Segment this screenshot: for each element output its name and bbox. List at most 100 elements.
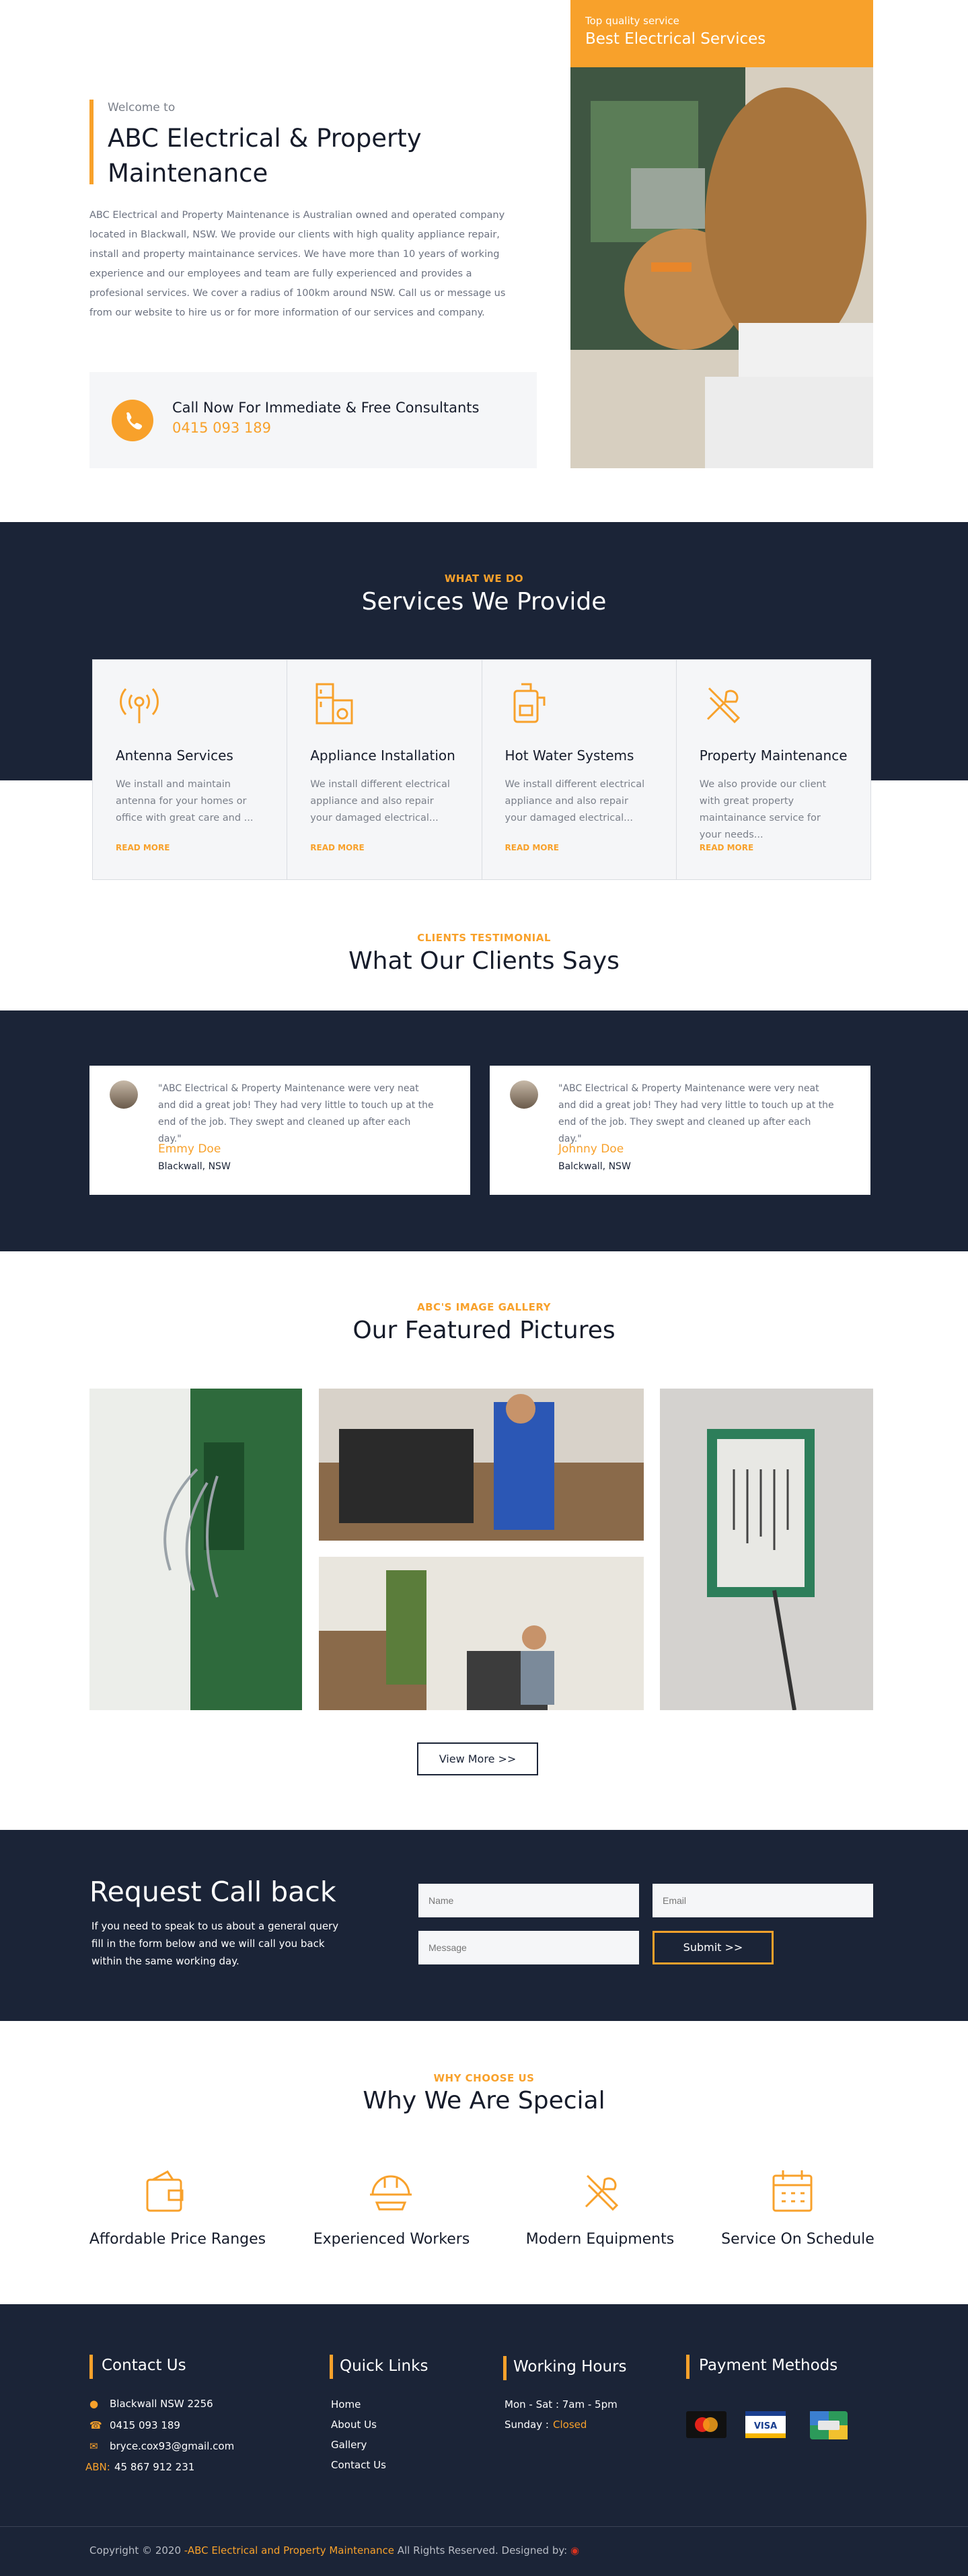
avatar bbox=[110, 1080, 138, 1109]
testimonials-label: CLIENTS TESTIMONIAL bbox=[417, 932, 551, 944]
service-title: Appliance Installation bbox=[310, 747, 455, 764]
contact-phone[interactable]: 0415 093 189 bbox=[110, 2419, 180, 2431]
contact-heading: Contact Us bbox=[102, 2357, 186, 2374]
copyright-pre: Copyright © 2020 bbox=[89, 2544, 182, 2556]
service-desc: We also provide our client with great pr… bbox=[699, 779, 827, 840]
call-heading: Call Now For Immediate & Free Consultant… bbox=[172, 400, 480, 416]
helmet-icon bbox=[367, 2168, 414, 2217]
testimonial-card: "ABC Electrical & Property Maintenance w… bbox=[490, 1066, 870, 1195]
service-card[interactable]: Hot Water Systems We install different e… bbox=[482, 660, 677, 879]
svg-text:VISA: VISA bbox=[754, 2421, 777, 2431]
testimonial-location: Balckwall, NSW bbox=[558, 1161, 631, 1172]
visa-icon: VISA bbox=[745, 2411, 786, 2441]
footer-link-home[interactable]: Home bbox=[331, 2398, 361, 2411]
gallery-image[interactable] bbox=[660, 1389, 873, 1711]
message-input[interactable] bbox=[418, 1931, 639, 1964]
service-title: Hot Water Systems bbox=[505, 747, 634, 764]
footer-accent bbox=[503, 2356, 507, 2380]
service-cards: Antenna Services We install and maintain… bbox=[92, 659, 871, 880]
contact-address: Blackwall NSW 2256 bbox=[110, 2398, 213, 2410]
footer-accent bbox=[89, 2355, 93, 2379]
testimonials-title: What Our Clients Says bbox=[348, 947, 620, 975]
footer-link-about[interactable]: About Us bbox=[331, 2419, 377, 2431]
wallet-icon bbox=[143, 2168, 186, 2217]
service-desc: We install different electrical applianc… bbox=[310, 779, 450, 823]
location-icon: ● bbox=[89, 2398, 99, 2410]
hours-heading: Working Hours bbox=[513, 2358, 627, 2376]
submit-button[interactable]: Submit >> bbox=[653, 1931, 774, 1964]
footer-divider bbox=[0, 2526, 968, 2527]
read-more-link[interactable]: READ MORE bbox=[505, 843, 559, 852]
phone-icon bbox=[112, 400, 153, 441]
copyright-brand[interactable]: -ABC Electrical and Property Maintenance bbox=[184, 2544, 394, 2556]
gallery-image[interactable] bbox=[319, 1557, 644, 1710]
service-desc: We install different electrical applianc… bbox=[505, 779, 645, 823]
tools-icon bbox=[578, 2168, 625, 2217]
abn-label: ABN: bbox=[85, 2461, 110, 2473]
abn-value: 45 867 912 231 bbox=[114, 2461, 195, 2473]
hero-tag-large: Best Electrical Services bbox=[585, 30, 766, 48]
water-heater-icon bbox=[505, 680, 552, 727]
calendar-icon bbox=[771, 2168, 814, 2217]
avatar bbox=[510, 1080, 538, 1109]
callback-text: If you need to speak to us about a gener… bbox=[91, 1920, 339, 1967]
hero-tag-small: Top quality service bbox=[585, 15, 679, 27]
appliance-icon bbox=[310, 680, 357, 727]
hero-image bbox=[570, 0, 873, 468]
card-icon bbox=[810, 2411, 848, 2442]
service-title: Antenna Services bbox=[116, 747, 233, 764]
footer-accent bbox=[330, 2355, 333, 2379]
why-item-title: Affordable Price Ranges bbox=[89, 2231, 266, 2248]
welcome-text: Welcome to bbox=[108, 101, 176, 114]
page-title: ABC Electrical & Property Maintenance bbox=[108, 124, 422, 188]
contact-email[interactable]: bryce.cox93@gmail.com bbox=[110, 2440, 234, 2452]
footer-link-contact[interactable]: Contact Us bbox=[331, 2459, 386, 2471]
why-label: WHY CHOOSE US bbox=[433, 2072, 535, 2084]
hours-sunday-label: Sunday : bbox=[505, 2419, 549, 2431]
read-more-link[interactable]: READ MORE bbox=[700, 843, 753, 852]
read-more-link[interactable]: READ MORE bbox=[310, 843, 364, 852]
antenna-icon bbox=[116, 680, 163, 727]
gallery-image[interactable] bbox=[319, 1389, 644, 1541]
name-input[interactable] bbox=[418, 1884, 639, 1917]
page: Welcome to ABC Electrical & Property Mai… bbox=[0, 0, 968, 2576]
why-item-title: Experienced Workers bbox=[313, 2231, 470, 2248]
gallery-image[interactable] bbox=[89, 1389, 302, 1710]
testimonial-quote: "ABC Electrical & Property Maintenance w… bbox=[158, 1083, 434, 1144]
phone-icon: ☎ bbox=[89, 2419, 102, 2431]
callback-title: Request Call back bbox=[89, 1876, 336, 1908]
mastercard-icon bbox=[686, 2411, 727, 2441]
why-title: Why We Are Special bbox=[363, 2087, 605, 2114]
testimonial-name: Johnny Doe bbox=[558, 1142, 624, 1156]
email-input[interactable] bbox=[653, 1884, 873, 1917]
copyright: Copyright © 2020 -ABC Electrical and Pro… bbox=[89, 2544, 579, 2556]
why-item-title: Modern Equipments bbox=[525, 2231, 675, 2248]
testimonial-quote: "ABC Electrical & Property Maintenance w… bbox=[558, 1083, 834, 1144]
service-card[interactable]: Appliance Installation We install differ… bbox=[287, 660, 482, 879]
read-more-link[interactable]: READ MORE bbox=[116, 843, 170, 852]
testimonial-location: Blackwall, NSW bbox=[158, 1161, 231, 1172]
services-title: Services We Provide bbox=[361, 588, 607, 616]
testimonial-name: Emmy Doe bbox=[158, 1142, 221, 1156]
hours-weekdays: Mon - Sat : 7am - 5pm bbox=[505, 2398, 618, 2411]
view-more-button[interactable]: View More >> bbox=[417, 1742, 538, 1775]
links-heading: Quick Links bbox=[340, 2357, 429, 2375]
testimonial-card: "ABC Electrical & Property Maintenance w… bbox=[89, 1066, 470, 1195]
service-desc: We install and maintain antenna for your… bbox=[116, 779, 254, 823]
service-title: Property Maintenance bbox=[699, 747, 848, 764]
footer-link-gallery[interactable]: Gallery bbox=[331, 2439, 367, 2451]
service-card[interactable]: Antenna Services We install and maintain… bbox=[93, 660, 288, 879]
designer-logo-icon[interactable]: ◉ bbox=[570, 2544, 579, 2556]
call-number[interactable]: 0415 093 189 bbox=[172, 420, 271, 436]
footer-accent bbox=[686, 2355, 690, 2379]
payment-heading: Payment Methods bbox=[699, 2357, 838, 2374]
service-card[interactable]: Property Maintenance We also provide our… bbox=[677, 660, 870, 879]
services-label: WHAT WE DO bbox=[444, 573, 524, 585]
intro-paragraph: ABC Electrical and Property Maintenance … bbox=[89, 210, 506, 318]
hours-sunday-value: Closed bbox=[553, 2419, 587, 2431]
tools-icon bbox=[700, 680, 747, 727]
why-item-title: Service On Schedule bbox=[721, 2231, 874, 2248]
email-icon: ✉ bbox=[89, 2440, 98, 2452]
gallery-label: ABC'S IMAGE GALLERY bbox=[417, 1301, 551, 1313]
gallery-title: Our Featured Pictures bbox=[352, 1317, 616, 1344]
